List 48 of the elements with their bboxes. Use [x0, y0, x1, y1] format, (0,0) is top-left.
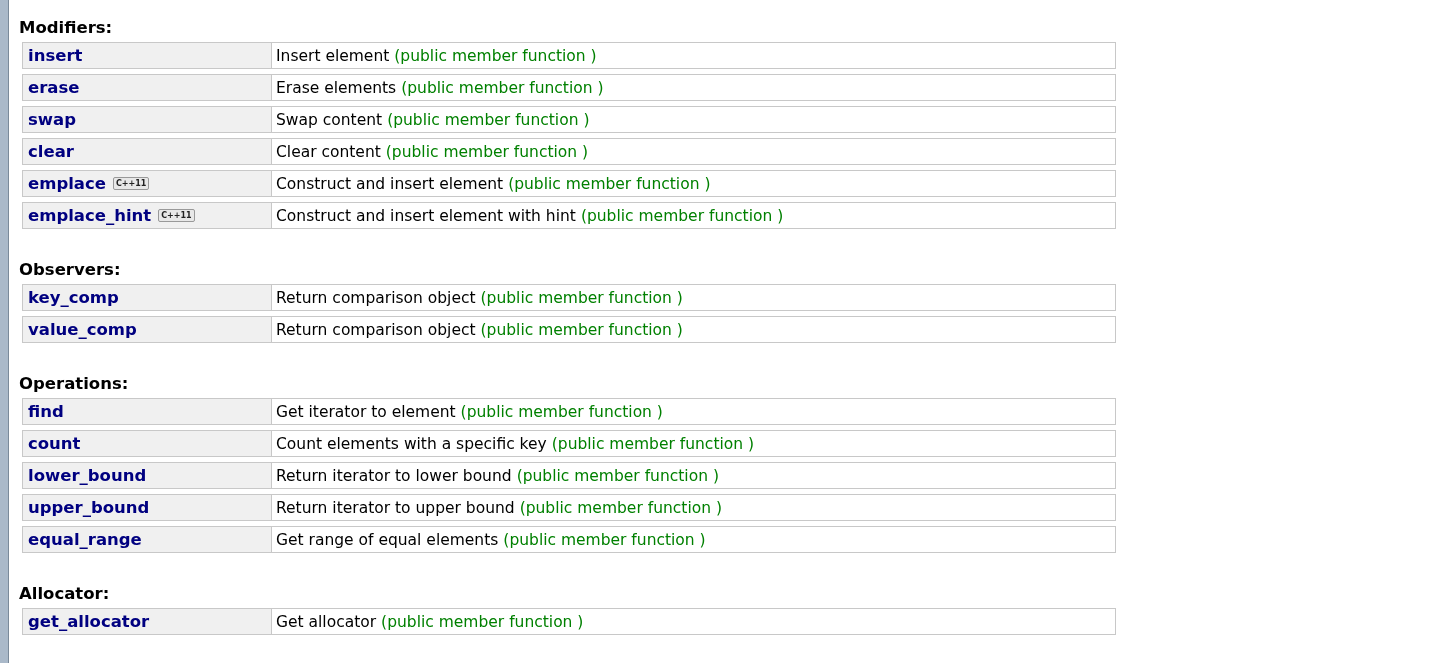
member-link[interactable]: insert — [28, 46, 83, 65]
member-link[interactable]: emplace — [28, 174, 106, 193]
member-kind-label: (public member function ) — [385, 142, 589, 161]
member-kind-label: (public member function ) — [460, 402, 663, 421]
member-link[interactable]: value_comp — [28, 320, 137, 339]
section-heading: Observers: — [18, 259, 122, 281]
version-badge: C++11 — [158, 209, 195, 222]
description-text: Construct and insert element — [276, 174, 504, 193]
member-link[interactable]: emplace_hint — [28, 206, 152, 225]
section-heading: Modifiers: — [18, 17, 114, 39]
description-text: Get allocator — [276, 612, 377, 631]
member-kind-label: (public member function ) — [508, 174, 711, 193]
member-kind-label: (public member function ) — [387, 110, 590, 129]
member-kind-label: (public member function ) — [503, 530, 706, 549]
member-kind-label: (public member function ) — [394, 46, 597, 65]
member-link[interactable]: key_comp — [28, 288, 119, 307]
member-kind-label: (public member function ) — [480, 320, 683, 339]
member-link[interactable]: upper_bound — [28, 498, 150, 517]
member-kind-label: (public member function ) — [519, 498, 722, 517]
member-kind-label: (public member function ) — [381, 612, 584, 631]
member-link[interactable]: lower_bound — [28, 466, 147, 485]
member-link[interactable]: get_allocator — [28, 612, 150, 631]
member-link[interactable]: equal_range — [28, 530, 142, 549]
member-link[interactable]: count — [28, 434, 81, 453]
member-link[interactable]: find — [28, 402, 64, 421]
member-kind-label: (public member function ) — [480, 288, 683, 307]
description-text: Construct and insert element with hint — [276, 206, 576, 225]
member-kind-label: (public member function ) — [516, 466, 719, 485]
description-text: Swap content — [276, 110, 383, 129]
description-text: Return comparison object — [276, 288, 476, 307]
section-heading: Allocator: — [18, 583, 111, 605]
member-link[interactable]: swap — [28, 110, 76, 129]
description-text: Count elements with a specific key — [276, 434, 547, 453]
description-text: Insert element — [276, 46, 390, 65]
description-text: Return iterator to lower bound — [276, 466, 512, 485]
member-link[interactable]: erase — [28, 78, 80, 97]
member-kind-label: (public member function ) — [401, 78, 604, 97]
member-kind-label: (public member function ) — [551, 434, 755, 453]
member-kind-label: (public member function ) — [580, 206, 784, 225]
description-text: Get range of equal elements — [276, 530, 499, 549]
section-heading: Operations: — [18, 373, 130, 395]
description-text: Return comparison object — [276, 320, 476, 339]
description-text: Get iterator to element — [276, 402, 456, 421]
description-text: Erase elements — [276, 78, 397, 97]
member-link[interactable]: clear — [28, 142, 74, 161]
description-text: Clear content — [276, 142, 381, 161]
version-badge: C++11 — [112, 177, 150, 190]
description-text: Return iterator to upper bound — [276, 498, 515, 517]
